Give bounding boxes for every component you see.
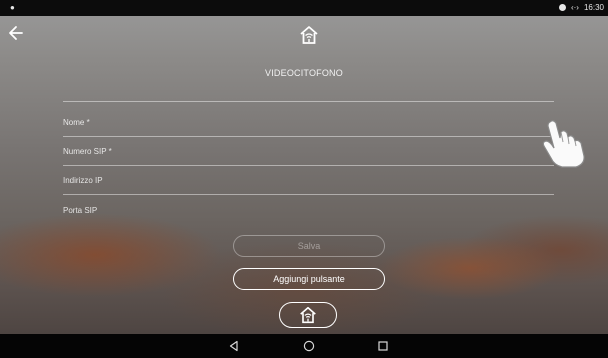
screen: ● ‹·› 16:30 VIDEOCITOFONO Nome * Numero … (0, 0, 608, 358)
status-bar: ● ‹·› 16:30 (0, 0, 608, 16)
home-button[interactable] (279, 302, 337, 328)
hand-pointer-icon (542, 120, 585, 168)
divider (63, 101, 554, 102)
status-time: 16:30 (583, 3, 604, 12)
nav-back-icon[interactable] (228, 340, 240, 352)
nav-recents-icon[interactable] (377, 340, 389, 352)
dnd-icon (558, 4, 566, 11)
name-field-underline (63, 136, 554, 137)
sip-number-field[interactable]: Numero SIP * (63, 147, 112, 156)
sip-port-field[interactable]: Porta SIP (63, 206, 97, 215)
signal-icon: ‹·› (570, 3, 579, 12)
notification-icon: ● (10, 3, 15, 12)
ip-address-field-underline (63, 194, 554, 195)
save-button[interactable]: Salva (233, 235, 385, 257)
name-field[interactable]: Nome * (63, 118, 90, 127)
page-title: VIDEOCITOFONO (265, 68, 343, 78)
add-button-button[interactable]: Aggiungi pulsante (233, 268, 385, 290)
arrow-left-icon[interactable] (8, 24, 24, 42)
ip-address-field[interactable]: Indirizzo IP (63, 176, 103, 185)
home-wifi-icon (300, 306, 316, 324)
home-wifi-icon (300, 26, 318, 44)
nav-home-icon[interactable] (303, 340, 315, 352)
sip-number-field-underline (63, 165, 554, 166)
status-icons: ‹·› 16:30 (558, 3, 604, 12)
navigation-bar (0, 334, 608, 358)
